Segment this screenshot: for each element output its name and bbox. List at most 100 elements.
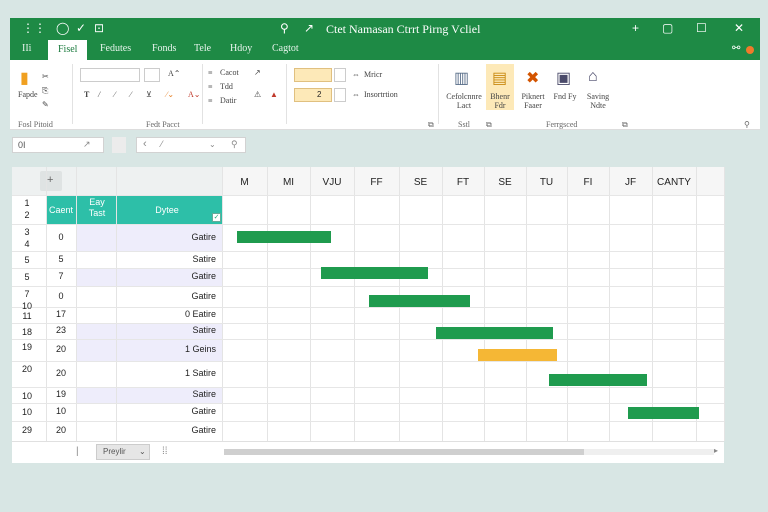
tab-features[interactable]: Fedutes	[100, 43, 131, 54]
notification-dot-icon[interactable]	[746, 46, 754, 54]
app-grid-icon[interactable]: ⋮⋮	[22, 21, 46, 35]
insert-icon[interactable]: ⇔	[352, 90, 360, 99]
function-icon[interactable]: ⚲	[231, 139, 238, 150]
number-format-box[interactable]: 2	[294, 88, 332, 102]
date-column-header[interactable]: VJU	[310, 177, 354, 188]
status-cell[interactable]: Gatire	[116, 425, 216, 435]
horizontal-scrollbar-track[interactable]	[224, 449, 714, 455]
italic-button[interactable]: /	[98, 90, 100, 99]
row-number[interactable]: 10	[12, 390, 42, 402]
minimize-button[interactable]: +	[632, 21, 639, 35]
gantt-bar[interactable]	[320, 267, 428, 279]
share-icon[interactable]: ⚯	[732, 43, 740, 54]
date-column-header[interactable]: CANTY	[652, 177, 696, 188]
qat-icon[interactable]: ⊡	[94, 21, 104, 35]
sheet-tab[interactable]: Preylir ⌄	[96, 444, 150, 460]
tab-hdoy[interactable]: Hdoy	[230, 43, 252, 54]
row-number[interactable]: 11	[12, 310, 42, 322]
format-a-label[interactable]: Cacot	[220, 68, 239, 77]
tab-tele[interactable]: Tele	[194, 43, 211, 54]
sheet-tab-dropdown-icon[interactable]: ⌄	[139, 447, 146, 456]
gantt-bar[interactable]	[478, 349, 558, 361]
chart-icon[interactable]: ▥	[454, 68, 469, 88]
save-icon[interactable]: ◯	[56, 21, 69, 35]
col-b-header[interactable]: Eay Tast	[82, 197, 112, 219]
bold-button[interactable]: T	[84, 90, 89, 99]
name-box[interactable]: 0I ↗	[12, 137, 104, 153]
scroll-right-icon[interactable]: ▸	[714, 446, 718, 455]
row-number[interactable]: 5	[12, 254, 42, 266]
tab-fonts[interactable]: Fonds	[152, 43, 176, 54]
insert-cells-button[interactable]: Piknert Faaer	[516, 92, 550, 110]
row-number[interactable]: 10	[12, 406, 42, 418]
count-cell[interactable]: 20	[46, 344, 76, 354]
date-column-header[interactable]: FI	[567, 177, 609, 188]
status-cell[interactable]: Gatire	[116, 232, 216, 242]
underline-button[interactable]: ⁄	[114, 90, 115, 99]
row-number[interactable]: 3 4	[12, 226, 42, 250]
count-cell[interactable]: 20	[46, 368, 76, 378]
status-cell[interactable]: Gatire	[116, 271, 216, 281]
col-a-header[interactable]: Caent	[46, 205, 76, 215]
paste-label[interactable]: Fapde	[18, 90, 38, 99]
expand-icon-c[interactable]: ⧉	[622, 120, 628, 130]
expand-icon-b[interactable]: ⧉	[486, 120, 492, 130]
status-cell[interactable]: 1 Geins	[116, 344, 216, 354]
wrap-icon[interactable]: ≡	[208, 82, 213, 91]
count-cell[interactable]: 10	[46, 406, 76, 416]
row-number[interactable]: 18	[12, 326, 42, 338]
date-column-header[interactable]: SE	[399, 177, 442, 188]
filter-check-icon[interactable]: ✓	[212, 213, 221, 222]
find-button[interactable]: Fnd Fy	[550, 92, 580, 101]
merge-b-label[interactable]: Insortrtion	[364, 90, 398, 99]
status-cell[interactable]: Gatire	[116, 406, 216, 416]
clear-icon[interactable]: ⚠	[254, 90, 261, 99]
name-box-dropdown-icon[interactable]: ↗	[83, 139, 91, 150]
cut-icon[interactable]: ✂	[42, 72, 49, 81]
font-color-icon[interactable]: A⌄	[188, 90, 200, 99]
chevron-left-icon[interactable]: ‹	[143, 138, 147, 150]
saving-button[interactable]: Saving Ndte	[580, 92, 616, 110]
grow-font-icon[interactable]: A⌃	[168, 69, 180, 78]
font-size-dropdown[interactable]	[144, 68, 160, 82]
status-cell[interactable]: 1 Satire	[116, 368, 216, 378]
count-cell[interactable]: 5	[46, 254, 76, 264]
date-column-header[interactable]: SE	[484, 177, 526, 188]
search-icon[interactable]: ⚲	[744, 120, 750, 129]
count-cell[interactable]: 7	[46, 271, 76, 281]
row-number[interactable]: 19	[12, 341, 42, 353]
border-icon[interactable]: ⊻	[146, 90, 152, 99]
dropdown-icon[interactable]: ⌄	[209, 140, 216, 149]
restore-button[interactable]: ▢	[662, 21, 673, 35]
row-number[interactable]: 7 10	[12, 288, 42, 312]
count-cell[interactable]: 0	[46, 232, 76, 242]
fx-button[interactable]	[112, 137, 126, 153]
spreadsheet-grid[interactable]: + Caent Eay Tast Dytee ✓ M MI VJU FF SE FT SE T…	[12, 167, 725, 463]
merge-icon[interactable]: ⇔	[352, 70, 360, 79]
find-icon[interactable]: ▣	[556, 68, 571, 88]
table-icon[interactable]: ▤	[492, 68, 507, 88]
fill-color-icon[interactable]: ⁄⌄	[166, 90, 174, 99]
gantt-bar[interactable]	[628, 407, 699, 419]
status-cell[interactable]: Satire	[116, 389, 216, 399]
count-cell[interactable]: 0	[46, 291, 76, 301]
status-cell[interactable]: Satire	[116, 254, 216, 264]
style-dropdown-b[interactable]	[334, 88, 346, 102]
sheet-add-icon[interactable]: ⁞⁞	[162, 446, 168, 457]
merge-a-label[interactable]: Mricr	[364, 70, 382, 79]
style-dropdown-a[interactable]	[334, 68, 346, 82]
format-painter-icon[interactable]: ✎	[42, 100, 49, 109]
date-column-header[interactable]: M	[222, 177, 267, 188]
maximize-button[interactable]: ☐	[696, 21, 707, 35]
status-cell[interactable]: 0 Eatire	[116, 309, 216, 319]
status-cell[interactable]: Gatire	[116, 291, 216, 301]
select-all-corner[interactable]: +	[40, 171, 62, 191]
tab-home-icon[interactable]: IIi	[22, 43, 31, 54]
col-c-header[interactable]: Dytee	[132, 205, 202, 215]
close-button[interactable]: ✕	[734, 21, 744, 35]
date-column-header[interactable]: FT	[442, 177, 484, 188]
undo-icon[interactable]: ✓	[76, 21, 86, 35]
text-direction-icon[interactable]: ↗	[254, 68, 261, 77]
row-number[interactable]: 20	[12, 363, 42, 375]
align-icon[interactable]: ≡	[208, 68, 213, 77]
